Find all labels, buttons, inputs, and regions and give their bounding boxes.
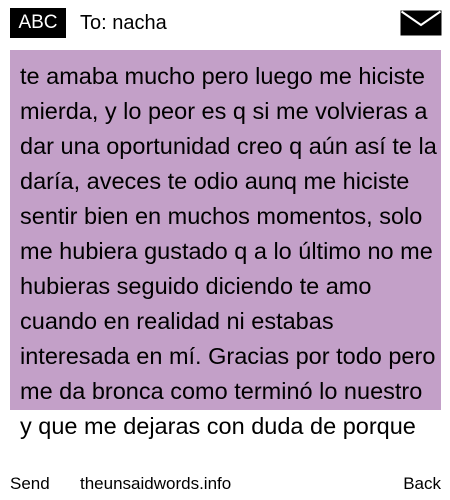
envelope-icon [400,10,442,36]
back-button[interactable]: Back [403,474,441,494]
send-button[interactable]: Send [10,474,50,494]
recipient-label[interactable]: To: nacha [80,11,167,35]
message-body[interactable]: te amaba mucho pero luego me hiciste mie… [20,59,440,444]
header-bar: ABC To: nacha [0,0,450,46]
softkey-bar: Send theunsaidwords.info Back [0,474,450,500]
input-mode-badge[interactable]: ABC [10,8,66,38]
site-url-label: theunsaidwords.info [80,474,232,493]
